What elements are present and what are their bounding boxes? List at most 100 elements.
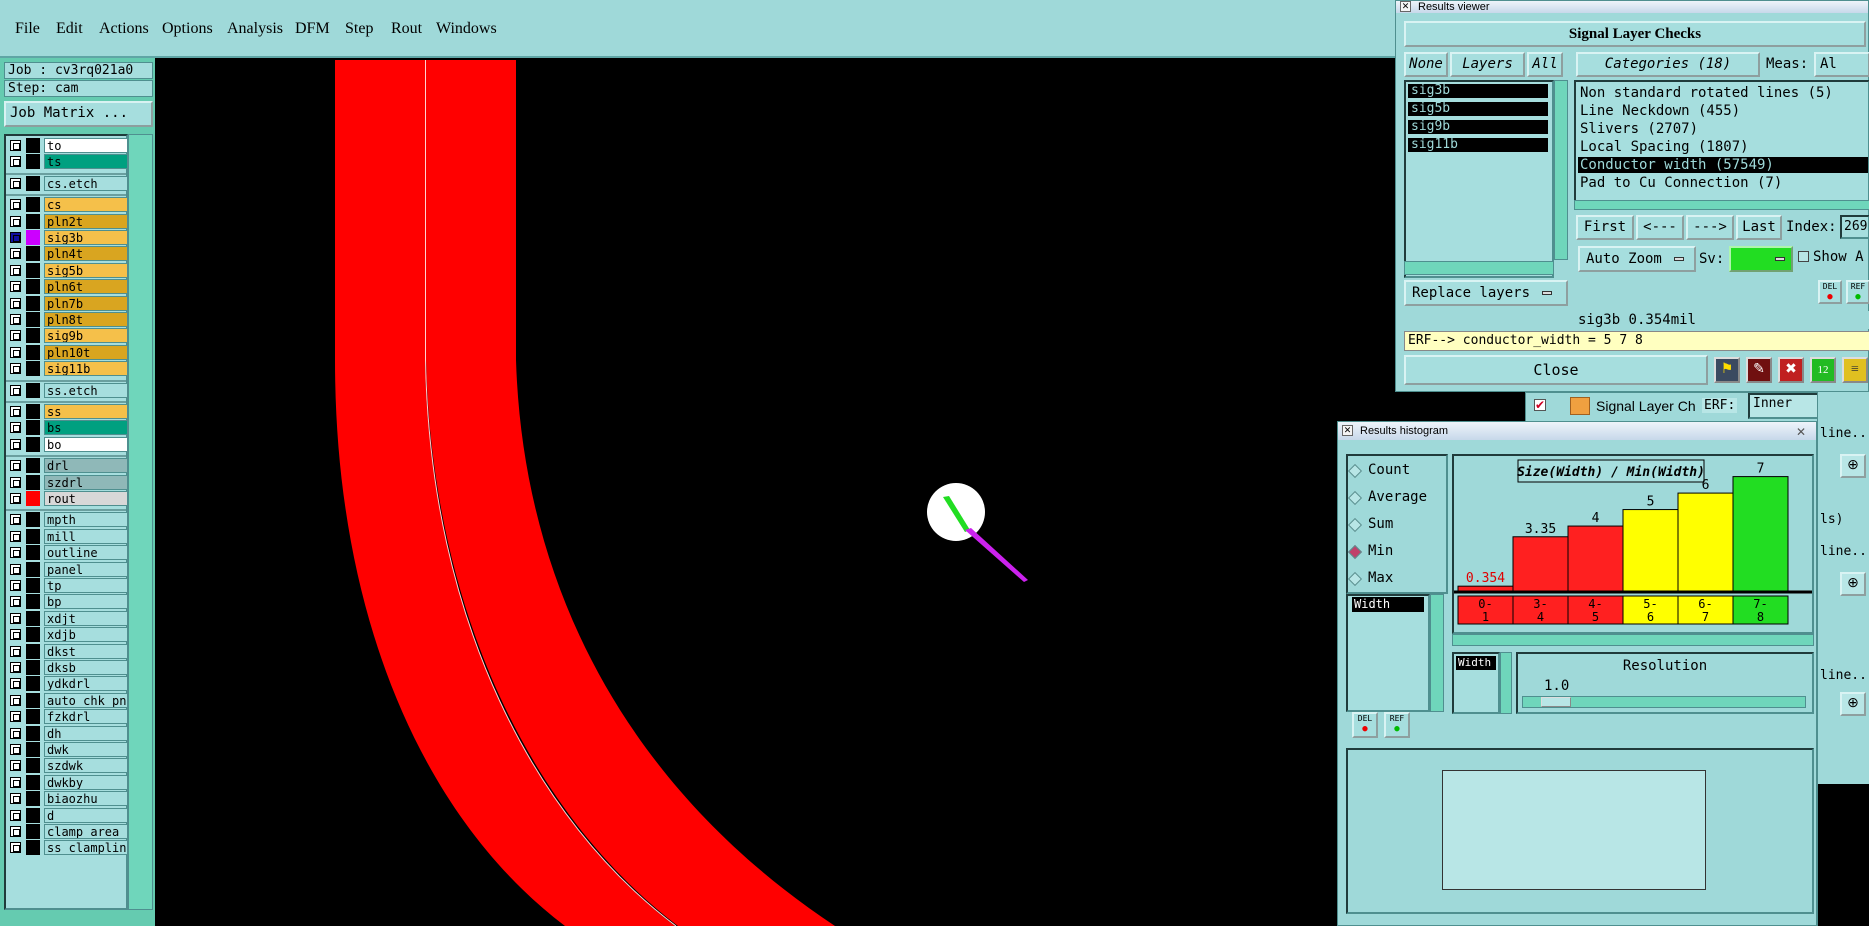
layer-name[interactable]: outline	[44, 545, 128, 561]
layer-checkbox[interactable]	[10, 281, 21, 293]
layer-name[interactable]: pln8t	[44, 312, 128, 327]
categories-hscroll[interactable]	[1574, 200, 1869, 210]
layer-name[interactable]: pln4t	[44, 246, 128, 262]
layer-color-swatch[interactable]	[26, 528, 40, 544]
menu-step[interactable]: Step	[345, 20, 373, 38]
layer-row-bp[interactable]: bp	[8, 594, 128, 610]
radio-diamond-icon[interactable]	[1347, 544, 1363, 560]
layer-checkbox[interactable]	[10, 346, 21, 358]
layer-color-swatch[interactable]	[26, 436, 40, 452]
resolution-slider-handle[interactable]	[1541, 697, 1571, 707]
layer-name[interactable]: ss.etch	[44, 382, 128, 398]
layer-row-ss_clampline[interactable]: ss_clampline	[8, 840, 128, 856]
erf-editor-icon[interactable]: ⚑	[1714, 357, 1740, 383]
layer-checkbox[interactable]	[10, 493, 21, 504]
layer-name[interactable]: pln7b	[44, 295, 128, 311]
radio-diamond-icon[interactable]	[1347, 490, 1363, 506]
layer-row-sig9b[interactable]: sig9b	[8, 328, 128, 344]
layer-color-swatch[interactable]	[26, 279, 40, 295]
mode-radio-max[interactable]: Max	[1346, 570, 1393, 587]
zoom-in-icon[interactable]: ⊕	[1840, 454, 1866, 478]
none-button[interactable]: None	[1404, 52, 1448, 77]
category-list-item[interactable]: Pad to Cu Connection (7)	[1578, 175, 1868, 191]
layer-checkbox[interactable]	[10, 422, 21, 434]
layer-color-swatch[interactable]	[26, 361, 40, 377]
histogram-bar[interactable]	[1567, 525, 1624, 593]
layer-checkbox[interactable]	[10, 215, 21, 227]
close-icon[interactable]: ✕	[1342, 425, 1353, 436]
layer-color-swatch[interactable]	[26, 676, 40, 692]
layer-list-item[interactable]: sig5b	[1408, 102, 1548, 116]
layer-row-mpth[interactable]: mpth	[8, 512, 128, 528]
meas-field[interactable]: Al	[1814, 52, 1869, 77]
layer-row-dksb[interactable]: dksb	[8, 660, 128, 675]
layer-name[interactable]: bo	[44, 436, 128, 452]
histogram-chart[interactable]: Size(Width) / Min(Width) 0.354 3.35 4 5 6 7 0…	[1454, 456, 1812, 632]
layer-row-fzkdrl[interactable]: fzkdrl	[8, 709, 128, 725]
layer-color-swatch[interactable]	[26, 840, 40, 856]
graphics-canvas[interactable]	[155, 60, 1400, 926]
layer-name[interactable]: fzkdrl	[44, 709, 128, 725]
layer-color-swatch[interactable]	[26, 660, 40, 675]
layer-row-dwk[interactable]: dwk	[8, 742, 128, 757]
layer-checkbox[interactable]	[10, 177, 21, 189]
layer-color-swatch[interactable]	[26, 594, 40, 610]
layer-list-item[interactable]: sig3b	[1408, 84, 1548, 98]
replace-layers-button[interactable]: Replace layers	[1404, 280, 1568, 306]
mode-radio-average[interactable]: Average	[1346, 489, 1427, 506]
layer-list-item[interactable]: sig11b	[1408, 138, 1548, 152]
mode-radio-min[interactable]: Min	[1346, 543, 1393, 560]
prev-button[interactable]: <---	[1636, 215, 1684, 240]
layer-row-sig5b[interactable]: sig5b	[8, 262, 128, 278]
category-list-item[interactable]: Line Neckdown (455)	[1578, 103, 1868, 119]
layer-color-swatch[interactable]	[26, 344, 40, 360]
layer-checkbox[interactable]	[10, 476, 21, 488]
background-window-title[interactable]: Signal Layer Ch	[1596, 398, 1696, 414]
layer-name[interactable]: drl	[44, 458, 128, 474]
layer-color-swatch[interactable]	[26, 578, 40, 593]
layer-name[interactable]: sig11b	[44, 361, 128, 377]
histogram-bar[interactable]	[1622, 509, 1679, 593]
histogram-bar[interactable]	[1512, 536, 1569, 593]
layer-color-swatch[interactable]	[26, 692, 40, 708]
menu-analysis[interactable]: Analysis	[227, 20, 283, 38]
layer-row-pln4t[interactable]: pln4t	[8, 246, 128, 262]
layer-checkbox[interactable]	[10, 514, 21, 526]
layer-checkbox[interactable]	[10, 793, 21, 805]
layer-row-rout[interactable]: rout	[8, 491, 128, 506]
layer-row-panel[interactable]: panel	[8, 561, 128, 577]
layer-name[interactable]: szdrl	[44, 474, 128, 490]
layer-name[interactable]: bs	[44, 420, 128, 436]
histogram-bar[interactable]	[1732, 476, 1789, 593]
layer-name[interactable]: tp	[44, 578, 128, 593]
layer-color-swatch[interactable]	[26, 774, 40, 790]
layer-name[interactable]: ss_clampline	[44, 840, 128, 856]
layer-row-pln6t[interactable]: pln6t	[8, 279, 128, 295]
layer-name[interactable]: bp	[44, 594, 128, 610]
layer-name[interactable]: pln10t	[44, 344, 128, 360]
layer-checkbox[interactable]	[10, 760, 21, 772]
zoom-in-icon-3[interactable]: ⊕	[1840, 692, 1866, 716]
layer-checkbox[interactable]	[10, 809, 21, 821]
layer-row-ydkdrl[interactable]: ydkdrl	[8, 676, 128, 692]
layer-color-swatch[interactable]	[26, 610, 40, 626]
radio-diamond-icon[interactable]	[1347, 571, 1363, 587]
layer-checkbox[interactable]	[10, 678, 21, 690]
layer-row-cs.etch[interactable]: cs.etch	[8, 175, 128, 191]
layer-color-swatch[interactable]	[26, 561, 40, 577]
layer-checkbox[interactable]	[10, 580, 21, 591]
layer-row-mill[interactable]: mill	[8, 528, 128, 544]
layer-checkbox[interactable]	[10, 776, 21, 788]
layer-checkbox[interactable]	[10, 711, 21, 723]
layer-color-swatch[interactable]	[26, 404, 40, 419]
layer-name[interactable]: ss	[44, 404, 128, 419]
layer-name[interactable]: pln2t	[44, 213, 128, 229]
signal-layer-checks-header[interactable]: Signal Layer Checks	[1404, 21, 1866, 47]
layer-color-swatch[interactable]	[26, 138, 40, 153]
layer-color-swatch[interactable]	[26, 709, 40, 725]
layer-row-szdwk[interactable]: szdwk	[8, 758, 128, 774]
radio-diamond-icon[interactable]	[1347, 463, 1363, 479]
layer-row-pln2t[interactable]: pln2t	[8, 213, 128, 229]
index-field[interactable]: 269	[1840, 215, 1869, 239]
layer-row-biaozhu[interactable]: biaozhu	[8, 791, 128, 807]
